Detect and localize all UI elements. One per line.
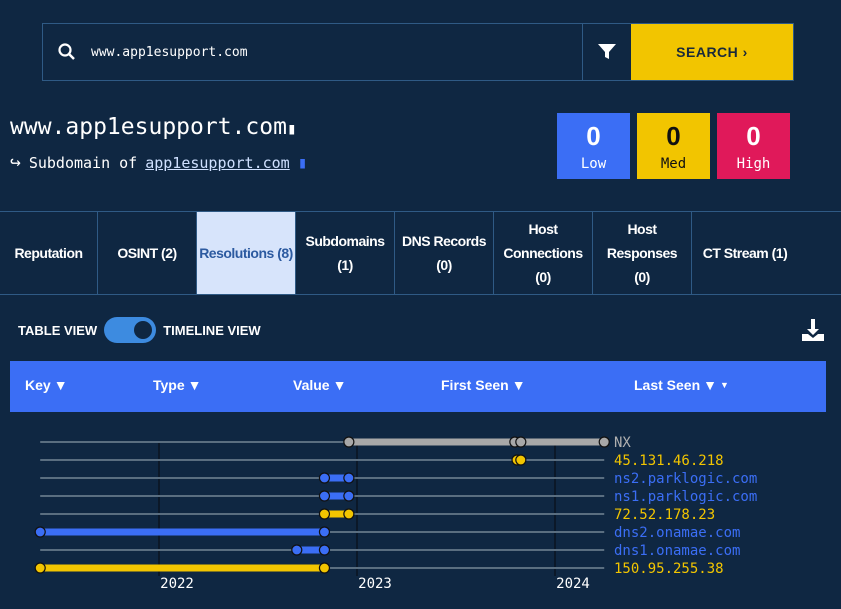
resolution-point xyxy=(343,508,355,520)
download-button[interactable] xyxy=(801,318,825,347)
search-icon xyxy=(43,24,91,80)
column-label: First Seen xyxy=(441,377,509,393)
resolution-point xyxy=(343,490,355,502)
resolution-point xyxy=(318,508,331,520)
column-last-seen[interactable]: Last Seen ▼ ▼ xyxy=(634,377,729,393)
column-first-seen[interactable]: First Seen ▼ xyxy=(441,377,526,393)
filter-icon[interactable]: ▼ xyxy=(512,377,526,393)
score-high: 0 High xyxy=(717,113,790,179)
download-icon xyxy=(802,319,824,341)
table-view-label: TABLE VIEW xyxy=(18,322,98,338)
resolution-point xyxy=(34,526,46,538)
filter-icon[interactable]: ▼ xyxy=(188,377,202,393)
row-label: 72.52.178.23 xyxy=(614,507,715,523)
score-label: High xyxy=(736,155,771,172)
copy-icon[interactable]: ▮ xyxy=(287,119,297,138)
copy-icon[interactable]: ▮ xyxy=(298,153,308,172)
row-label: dns2.onamae.com xyxy=(614,525,740,541)
timeline-view-label: TIMELINE VIEW xyxy=(163,322,261,338)
resolution-point xyxy=(343,472,355,484)
x-tick-label: 2023 xyxy=(358,576,392,592)
search-button[interactable]: SEARCH › xyxy=(631,24,793,80)
resolution-point xyxy=(515,454,527,466)
tab-bar: Reputation OSINT (2) Resolutions (8) Sub… xyxy=(0,211,841,295)
resolutions-timeline: 2022 2023 2024 NX 45.131.46.218 ns2.parklogic… xyxy=(34,435,757,592)
row-label: 45.131.46.218 xyxy=(614,453,724,469)
resolution-point xyxy=(515,436,527,448)
score-low: 0 Low xyxy=(557,113,630,179)
row-label: dns1.onamae.com xyxy=(614,543,740,559)
search-input[interactable] xyxy=(91,24,582,80)
filter-button[interactable] xyxy=(582,24,631,80)
column-type[interactable]: Type ▼ xyxy=(153,377,202,393)
row-label: ns2.parklogic.com xyxy=(614,471,757,487)
resolution-point xyxy=(291,544,303,556)
sort-desc-icon[interactable]: ▼ xyxy=(720,380,729,390)
x-tick-label: 2024 xyxy=(556,576,590,592)
row-label: 150.95.255.38 xyxy=(614,561,724,577)
tab-ct-stream[interactable]: CT Stream (1) xyxy=(692,212,798,294)
column-label: Type xyxy=(153,377,185,393)
score-label: Med xyxy=(660,155,687,172)
table-header: Key ▼ Type ▼ Value ▼ First Seen ▼ Last Seen ▼… xyxy=(10,361,826,412)
domain-title: www.app1esupport.com xyxy=(10,114,287,140)
tab-host-connections[interactable]: Host Connections (0) xyxy=(494,212,593,294)
column-label: Value xyxy=(293,377,330,393)
resolution-point xyxy=(343,436,355,448)
tab-resolutions[interactable]: Resolutions (8) xyxy=(197,212,296,294)
search-button-label: SEARCH xyxy=(676,44,739,60)
score-label: Low xyxy=(580,155,607,172)
filter-icon[interactable]: ▼ xyxy=(54,377,68,393)
score-med: 0 Med xyxy=(637,113,710,179)
parent-domain-link[interactable]: app1esupport.com xyxy=(145,154,290,172)
search-bar: SEARCH › xyxy=(42,23,794,81)
resolution-point xyxy=(318,472,331,484)
view-toggle: TABLE VIEW TIMELINE VIEW xyxy=(18,317,261,343)
subdomain-prefix: Subdomain of xyxy=(28,153,138,172)
page-title: www.app1esupport.com▮ xyxy=(10,114,297,140)
tab-reputation[interactable]: Reputation xyxy=(0,212,98,294)
column-label: Key xyxy=(25,377,51,393)
tab-subdomains[interactable]: Subdomains (1) xyxy=(296,212,395,294)
column-key[interactable]: Key ▼ xyxy=(25,377,68,393)
view-switch[interactable] xyxy=(104,317,157,343)
resolution-point xyxy=(318,544,331,556)
score-value: 0 xyxy=(586,120,601,151)
filter-icon[interactable]: ▼ xyxy=(703,377,717,393)
resolution-point xyxy=(34,562,46,574)
x-tick-label: 2022 xyxy=(160,576,194,592)
chevron-right-icon: › xyxy=(738,44,748,60)
resolution-point xyxy=(318,490,331,502)
resolution-point xyxy=(318,562,331,574)
subdomain-line: ↪ Subdomain of app1esupport.com ▮ xyxy=(10,152,307,173)
score-value: 0 xyxy=(746,120,761,151)
resolution-point xyxy=(318,526,331,538)
tab-host-responses[interactable]: Host Responses (0) xyxy=(593,212,692,294)
tab-osint[interactable]: OSINT (2) xyxy=(98,212,197,294)
filter-icon[interactable]: ▼ xyxy=(333,377,347,393)
resolution-point xyxy=(598,436,610,448)
row-label: NX xyxy=(614,435,631,451)
tab-dns-records[interactable]: DNS Records (0) xyxy=(395,212,494,294)
column-value[interactable]: Value ▼ xyxy=(293,377,346,393)
row-label: ns1.parklogic.com xyxy=(614,489,757,505)
arrow-turn-icon: ↪ xyxy=(10,152,21,173)
filter-icon xyxy=(598,44,616,59)
column-label: Last Seen xyxy=(634,377,701,393)
score-value: 0 xyxy=(666,120,681,151)
